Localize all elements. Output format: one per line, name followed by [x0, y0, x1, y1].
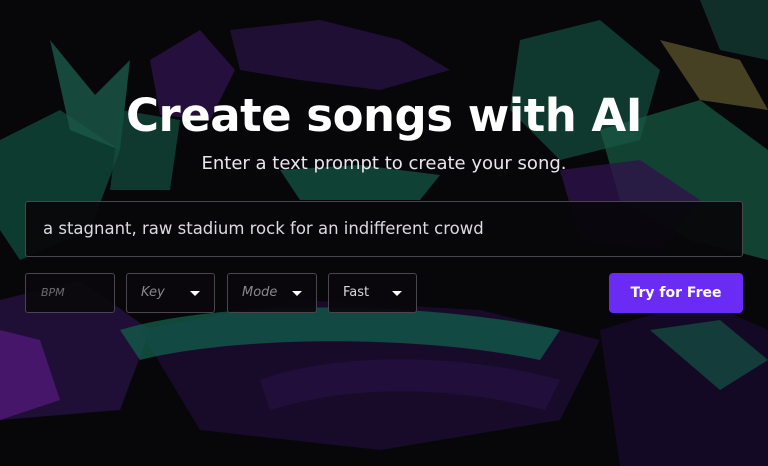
page-subtitle: Enter a text prompt to create your song. — [201, 153, 567, 174]
hero-section: Create songs with AI Enter a text prompt… — [0, 0, 768, 466]
speed-select-label: Fast — [343, 285, 370, 300]
bpm-input[interactable]: BPM — [25, 273, 115, 313]
mode-select-label: Mode — [242, 285, 278, 300]
speed-select[interactable]: Fast — [328, 273, 417, 313]
caret-down-icon — [292, 291, 302, 296]
key-select-label: Key — [141, 285, 165, 300]
caret-down-icon — [190, 291, 200, 296]
key-select[interactable]: Key — [126, 273, 215, 313]
try-for-free-button[interactable]: Try for Free — [609, 273, 743, 313]
prompt-input[interactable]: a stagnant, raw stadium rock for an indi… — [25, 201, 743, 257]
mode-select[interactable]: Mode — [227, 273, 317, 313]
page-title: Create songs with AI — [126, 89, 642, 142]
caret-down-icon — [392, 291, 402, 296]
